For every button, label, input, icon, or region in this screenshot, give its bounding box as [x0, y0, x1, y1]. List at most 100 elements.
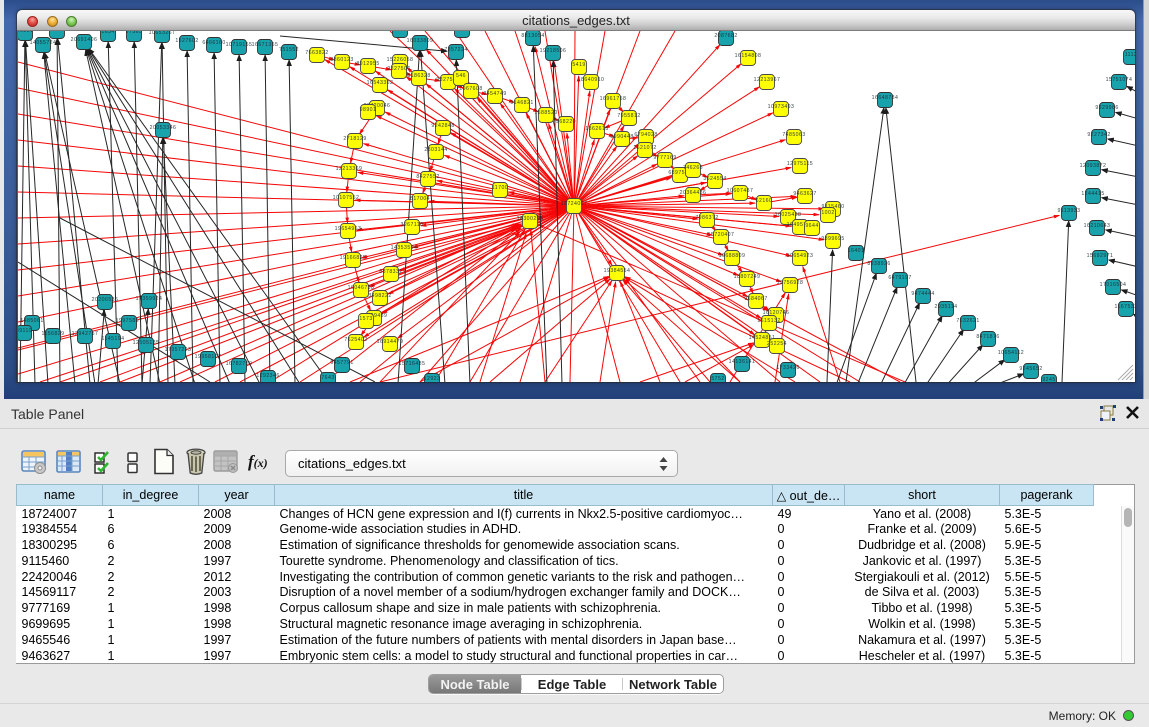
- svg-text:1485061: 1485061: [20, 318, 43, 324]
- svg-text:15226058: 15226058: [387, 57, 414, 63]
- svg-text:9684067: 9684067: [744, 296, 767, 302]
- svg-text:16782759: 16782759: [226, 361, 253, 367]
- svg-text:3624554: 3624554: [703, 176, 726, 182]
- svg-text:16543362: 16543362: [367, 80, 394, 86]
- svg-text:6479197: 6479197: [888, 275, 911, 281]
- svg-text:16961758: 16961758: [600, 96, 627, 102]
- svg-text:18300295: 18300295: [517, 216, 544, 222]
- svg-text:15751074: 15751074: [1106, 77, 1133, 83]
- svg-text:16401: 16401: [848, 248, 865, 254]
- svg-text:11700: 11700: [492, 185, 508, 191]
- svg-text:7632621: 7632621: [956, 318, 979, 324]
- svg-text:751552: 751552: [279, 47, 299, 53]
- svg-text:1002: 1002: [821, 210, 834, 216]
- svg-text:1362615: 1362615: [585, 126, 608, 132]
- svg-text:7663822: 7663822: [305, 50, 328, 56]
- svg-text:20391: 20391: [18, 31, 33, 34]
- svg-text:20691406: 20691406: [71, 37, 98, 43]
- svg-text:9474444: 9474444: [911, 291, 934, 297]
- svg-text:9329966: 9329966: [1095, 105, 1118, 111]
- svg-text:5752: 5752: [711, 376, 724, 382]
- svg-text:3498222: 3498222: [368, 293, 391, 299]
- svg-text:1145194: 1145194: [102, 336, 125, 342]
- svg-text:9777169: 9777169: [653, 155, 676, 161]
- svg-text:1167533: 1167533: [1115, 304, 1135, 310]
- svg-text:9245: 9245: [1042, 377, 1055, 382]
- svg-text:7986372: 7986372: [695, 215, 718, 221]
- svg-text:20053346: 20053346: [150, 125, 177, 131]
- svg-text:17957223: 17957223: [165, 347, 192, 353]
- svg-text:6794028: 6794028: [634, 132, 657, 138]
- svg-text:39119: 39119: [18, 328, 32, 334]
- svg-text:9463627: 9463627: [793, 191, 816, 197]
- svg-text:19654963: 19654963: [335, 226, 362, 232]
- svg-text:16210643: 16210643: [1084, 223, 1111, 229]
- svg-text:968220: 968220: [556, 119, 576, 125]
- svg-text:10025438: 10025438: [775, 212, 802, 218]
- svg-text:10719155: 10719155: [226, 42, 253, 48]
- svg-text:17359924: 17359924: [136, 296, 163, 302]
- svg-text:17016504: 17016504: [1100, 282, 1127, 288]
- svg-text:12093872: 12093872: [1080, 163, 1107, 169]
- svg-text:8663: 8663: [50, 31, 63, 32]
- svg-text:16914479: 16914479: [377, 339, 404, 345]
- svg-text:19756928: 19756928: [777, 280, 804, 286]
- svg-text:14353594: 14353594: [391, 245, 418, 251]
- svg-text:12975115: 12975115: [787, 161, 813, 167]
- svg-text:1573: 1573: [359, 316, 372, 322]
- svg-text:18724007: 18724007: [561, 201, 588, 207]
- svg-text:9245652: 9245652: [1019, 366, 1042, 372]
- svg-text:7625402: 7625402: [344, 337, 367, 343]
- svg-text:1588520: 1588520: [534, 110, 557, 116]
- svg-text:7485063: 7485063: [782, 132, 805, 138]
- svg-text:8454749: 8454749: [483, 91, 506, 97]
- svg-text:9899695: 9899695: [821, 236, 844, 242]
- svg-text:546: 546: [456, 73, 466, 79]
- svg-text:7357224: 7357224: [444, 47, 467, 53]
- svg-text:8427552: 8427552: [416, 174, 439, 180]
- svg-text:2803144: 2803144: [424, 147, 447, 153]
- svg-text:2087682: 2087682: [714, 33, 737, 39]
- svg-text:19166825: 19166825: [340, 255, 367, 261]
- svg-text:9242848: 9242848: [431, 123, 454, 129]
- svg-text:16648784: 16648784: [872, 95, 899, 101]
- svg-text:18640910: 18640910: [578, 77, 605, 83]
- svg-text:9227342: 9227342: [1087, 132, 1110, 138]
- svg-text:5419: 5419: [572, 62, 585, 68]
- svg-text:19654923: 19654923: [787, 253, 814, 259]
- svg-text:1733426: 1733426: [776, 365, 799, 371]
- svg-text:7643: 7643: [321, 375, 334, 381]
- svg-text:12923: 12923: [424, 376, 441, 382]
- svg-text:16671355: 16671355: [252, 42, 279, 48]
- svg-text:1112: 1112: [1125, 52, 1135, 58]
- svg-text:8813054: 8813054: [521, 33, 544, 39]
- svg-text:16120746: 16120746: [763, 310, 790, 316]
- svg-text:19384554: 19384554: [604, 268, 631, 274]
- svg-text:1621072: 1621072: [633, 145, 656, 151]
- svg-text:10688809: 10688809: [719, 253, 746, 259]
- svg-text:16033809: 16033809: [407, 38, 434, 44]
- svg-text:1292346: 1292346: [256, 373, 279, 379]
- svg-text:1634: 1634: [101, 31, 114, 35]
- svg-text:8860123: 8860123: [330, 57, 353, 63]
- svg-text:3267110: 3267110: [401, 222, 424, 228]
- svg-text:8912955: 8912955: [356, 61, 379, 67]
- svg-text:98901: 98901: [360, 107, 377, 113]
- svg-text:9327506: 9327506: [387, 66, 410, 72]
- svg-text:2935114: 2935114: [935, 304, 958, 310]
- svg-text:8938926: 8938926: [867, 261, 890, 267]
- svg-text:1615132: 1615132: [757, 318, 780, 324]
- svg-text:9113933: 9113933: [1058, 208, 1081, 214]
- svg-text:10653267: 10653267: [149, 31, 176, 36]
- svg-text:20364436: 20364436: [680, 190, 707, 196]
- svg-text:19975867: 19975867: [116, 318, 143, 324]
- svg-text:18807249: 18807249: [734, 274, 761, 280]
- svg-text:12213967: 12213967: [754, 77, 781, 83]
- svg-text:97565: 97565: [126, 31, 143, 35]
- svg-text:10654112: 10654112: [998, 350, 1024, 356]
- svg-text:12505135: 12505135: [133, 340, 160, 346]
- svg-text:6466160: 6466160: [202, 40, 225, 46]
- svg-text:16154808: 16154808: [735, 53, 762, 59]
- svg-text:9457791: 9457791: [330, 360, 353, 366]
- svg-text:12213369: 12213369: [336, 166, 363, 172]
